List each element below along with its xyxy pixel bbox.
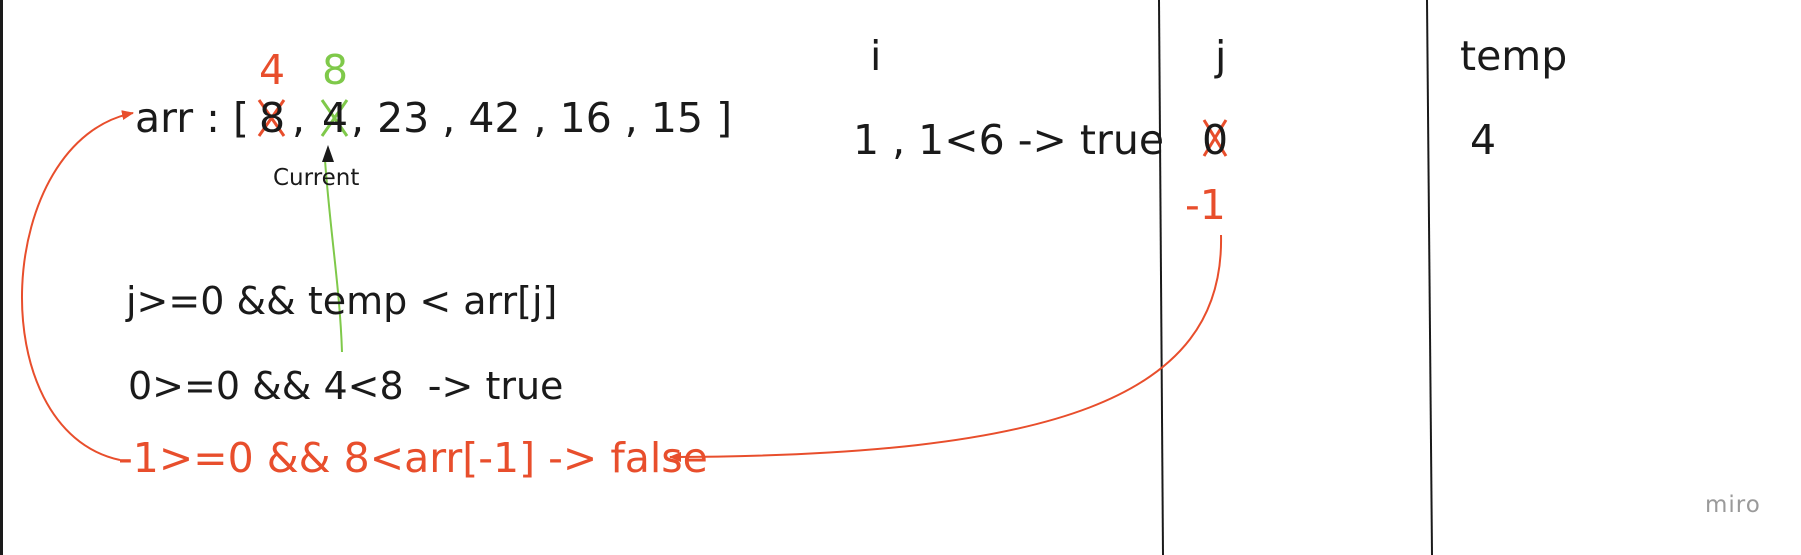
- loop-back-arrow: [21, 110, 134, 461]
- array-prefix: arr : [: [135, 94, 249, 142]
- array-item2-old: 4: [322, 94, 349, 142]
- array-rest: , 23 , 42 , 16 , 15 ]: [351, 94, 733, 142]
- header-i: i: [870, 32, 882, 80]
- condition-second-check: -1>=0 && 8<arr[-1] -> false: [118, 434, 708, 482]
- current-pointer-head: [322, 145, 334, 162]
- j-to-condition-arrow: [669, 234, 1223, 462]
- i-value: 1 , 1<6 -> true: [853, 116, 1165, 164]
- condition-general: j>=0 && temp < arr[j]: [126, 279, 558, 323]
- miro-watermark: miro: [1705, 492, 1761, 518]
- j-value-new: -1: [1185, 181, 1226, 229]
- array-item2-new: 8: [322, 46, 349, 94]
- header-temp: temp: [1460, 32, 1568, 80]
- j-value-old: 0: [1202, 116, 1229, 164]
- condition-first-check: 0>=0 && 4<8 -> true: [128, 364, 564, 408]
- array-separator: ,: [292, 94, 306, 142]
- array-item1-new: 4: [259, 46, 286, 94]
- column-divider-j-temp: [1426, 0, 1433, 555]
- current-pointer-label: Current: [273, 165, 360, 191]
- column-divider-i-j: [1158, 0, 1164, 555]
- temp-value: 4: [1470, 116, 1497, 164]
- array-item1-old: 8: [259, 94, 286, 142]
- header-j: j: [1215, 32, 1227, 80]
